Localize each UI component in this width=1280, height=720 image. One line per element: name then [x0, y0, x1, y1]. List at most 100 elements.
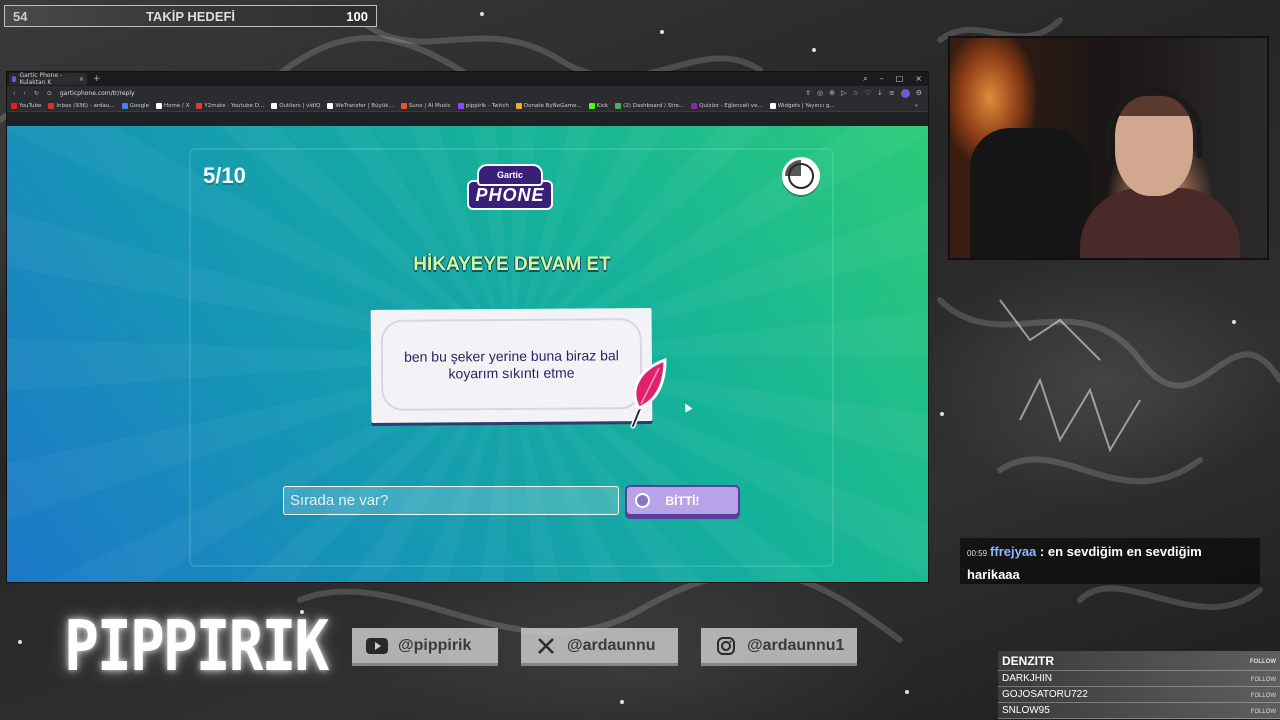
recent-follows: DENZITR FOLLOW DARKJHIN FOLLOW GOJOSATORU7…	[998, 651, 1280, 719]
chat-user: ffrejyaa	[990, 544, 1037, 559]
address-bar: ‹ › ↻ ⊙ garticphone.com/tr/reply ⇪ ◎ ⊕ ▷…	[7, 86, 928, 100]
more-bookmarks-icon[interactable]: »	[915, 103, 924, 109]
bookmark-item[interactable]: Widgets | Yayıncı g...	[769, 102, 835, 109]
bookmark-item[interactable]: (2) Dashboard / Stre...	[615, 102, 685, 109]
reload-icon[interactable]: ↻	[34, 90, 39, 97]
bookmark-favicon-icon	[121, 102, 128, 109]
bookmark-favicon-icon	[271, 102, 278, 109]
snow-dot	[660, 30, 664, 34]
snow-dot	[480, 12, 484, 16]
follow-row: DENZITR FOLLOW	[998, 651, 1280, 671]
bookmark-favicon-icon	[400, 102, 407, 109]
bookmark-label: Donate ByNoGame...	[523, 102, 582, 109]
follow-tag: FOLLOW	[1250, 693, 1276, 699]
bookmark-item[interactable]: Kick	[588, 102, 608, 109]
bookmark-item[interactable]: Home / X	[155, 102, 189, 109]
youtube-icon	[366, 637, 388, 654]
screenshot-icon[interactable]: ◎	[817, 89, 823, 98]
logo-top: Gartic	[477, 164, 543, 186]
follower-name: DENZITR	[1002, 654, 1054, 668]
social-handle: @ardaunnu1	[747, 636, 845, 654]
profile-avatar[interactable]	[900, 88, 910, 98]
follow-row: DARKJHIN FOLLOW	[998, 671, 1280, 687]
bookmark-label: Suno | AI Music	[408, 102, 451, 109]
bookmark-item[interactable]: Donate ByNoGame...	[515, 102, 582, 109]
bookmark-item[interactable]: Inbox (936) - ardau...	[48, 102, 115, 109]
snow-dot	[620, 700, 624, 704]
bookmark-item[interactable]: pippirik - Twitch	[457, 102, 509, 109]
bookmarks-bar: YouTube Inbox (936) - ardau... Google Home …	[7, 100, 928, 112]
timer-icon	[782, 157, 820, 195]
follower-name: SNLOW95	[1002, 705, 1050, 716]
bookmark-favicon-icon	[11, 102, 17, 109]
bookmark-label: Inbox (936) - ardau...	[56, 102, 115, 109]
bookmark-favicon-icon	[196, 102, 203, 109]
gartic-favicon-icon	[12, 76, 17, 82]
bookmark-item[interactable]: Outliers | vidIQ	[271, 102, 320, 109]
forward-icon[interactable]: ›	[23, 90, 25, 97]
settings-icon[interactable]: ⚙	[916, 89, 922, 98]
minimize-icon[interactable]: –	[880, 74, 884, 84]
close-window-icon[interactable]: ×	[915, 74, 922, 84]
bookmark-star-icon[interactable]: ☆	[852, 89, 858, 98]
extension-icon[interactable]: ⊕	[829, 89, 835, 98]
bookmark-label: (2) Dashboard / Stre...	[623, 102, 685, 109]
follow-tag: FOLLOW	[1250, 659, 1276, 665]
headset-icon	[1106, 88, 1202, 158]
done-button[interactable]: BİTTİ!	[625, 485, 740, 516]
bookmark-label: Y2mate - Youtube D...	[204, 102, 265, 109]
site-info-icon[interactable]: ⊙	[47, 90, 52, 97]
follower-name: DARKJHIN	[1002, 673, 1053, 684]
streamer-body	[1080, 188, 1240, 258]
chat-time: 00:59	[967, 549, 988, 558]
bookmark-favicon-icon	[327, 102, 334, 109]
follow-tag: FOLLOW	[1250, 709, 1276, 715]
back-icon[interactable]: ‹	[13, 90, 15, 97]
bookmark-label: Quizizz - Eğlenceli ve...	[699, 102, 763, 109]
new-tab-icon[interactable]: +	[93, 74, 101, 84]
download-icon[interactable]: ↓	[877, 89, 883, 98]
bookmark-item[interactable]: YouTube	[11, 102, 42, 109]
bookmark-item[interactable]: Google	[121, 102, 149, 109]
browser-window: Gartic Phone - Kulaktan K × + ⌕ – □ × ‹ …	[6, 71, 929, 583]
bookmark-favicon-icon	[515, 102, 522, 109]
bookmark-favicon-icon	[769, 102, 776, 109]
bookmark-item[interactable]: Y2mate - Youtube D...	[196, 102, 265, 109]
snow-dot	[812, 48, 816, 52]
follow-row: GOJOSATORU722 FOLLOW	[998, 687, 1280, 703]
answer-input[interactable]	[283, 486, 619, 515]
share-icon[interactable]: ⇪	[805, 89, 811, 98]
follower-name: GOJOSATORU722	[1002, 689, 1088, 700]
bookmark-item[interactable]: Suno | AI Music	[400, 102, 451, 109]
close-tab-icon[interactable]: ×	[79, 76, 84, 83]
round-counter: 5/10	[203, 163, 246, 188]
bookmark-item[interactable]: WeTransfer | Büyük...	[327, 102, 394, 109]
social-instagram: @ardaunnu1	[701, 628, 857, 666]
bookmark-label: Widgets | Yayıncı g...	[777, 102, 835, 109]
menu-icon[interactable]: ≡	[889, 89, 895, 98]
snow-dot	[940, 412, 944, 416]
bookmark-item[interactable]: Quizizz - Eğlenceli ve...	[691, 102, 763, 109]
maximize-icon[interactable]: □	[896, 74, 904, 84]
url-field[interactable]: garticphone.com/tr/reply	[60, 90, 135, 97]
favorites-icon[interactable]: ♡	[865, 89, 871, 98]
browser-tab[interactable]: Gartic Phone - Kulaktan K ×	[9, 72, 87, 86]
x-icon	[535, 637, 557, 654]
bookmark-label: YouTube	[19, 102, 42, 109]
tab-bar: Gartic Phone - Kulaktan K × + ⌕ – □ ×	[7, 72, 928, 86]
chat-message: 00:59 ffrejyaa : en sevdiğim en sevdiğim …	[960, 538, 1260, 584]
social-x: @ardaunnu	[521, 628, 678, 666]
quill-icon	[630, 357, 667, 429]
instagram-icon	[715, 636, 737, 655]
bookmark-favicon-icon	[155, 102, 162, 109]
bookmark-favicon-icon	[457, 102, 464, 109]
bookmark-favicon-icon	[48, 102, 55, 109]
channel-brand: PIPPIRIK	[64, 605, 329, 687]
bookmark-label: WeTransfer | Büyük...	[335, 102, 394, 109]
check-icon	[635, 493, 650, 508]
social-youtube: @pippirik	[352, 628, 498, 666]
gaming-chair	[970, 128, 1090, 258]
gartic-phone-game: 5/10 PHONE Gartic HİKAYEYE DEVAM ET ben …	[7, 126, 928, 582]
media-icon[interactable]: ▷	[841, 89, 846, 98]
search-tabs-icon[interactable]: ⌕	[863, 74, 867, 84]
